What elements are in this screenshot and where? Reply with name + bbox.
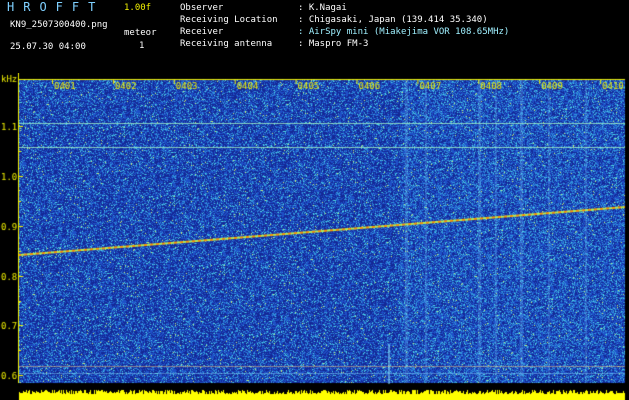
observer-label: Observer (180, 3, 224, 13)
meteor-label: meteor (124, 28, 157, 38)
version-label: 1.00f (124, 3, 152, 13)
filename: KN9_2507300400.png (10, 20, 108, 30)
receiver-label: Receiver (180, 27, 224, 37)
location-label: Receiving Location (180, 15, 278, 25)
header-panel: HROFFT 1.00f KN9_2507300400.png meteor 2… (0, 0, 629, 73)
spectrogram-canvas (0, 73, 629, 400)
meteor-count: 1 (139, 41, 145, 51)
antenna-value: : Maspro FM-3 (298, 39, 369, 49)
receiver-value: : AirSpy mini (Miakejima VOR 108.65MHz) (298, 27, 510, 37)
app-title: HROFFT (7, 0, 105, 14)
antenna-label: Receiving antenna (180, 39, 273, 49)
location-value: : Chigasaki, Japan (139.414 35.340) (298, 15, 488, 25)
datetime: 25.07.30 04:00 (10, 42, 86, 52)
observer-value: : K.Nagai (298, 3, 347, 13)
